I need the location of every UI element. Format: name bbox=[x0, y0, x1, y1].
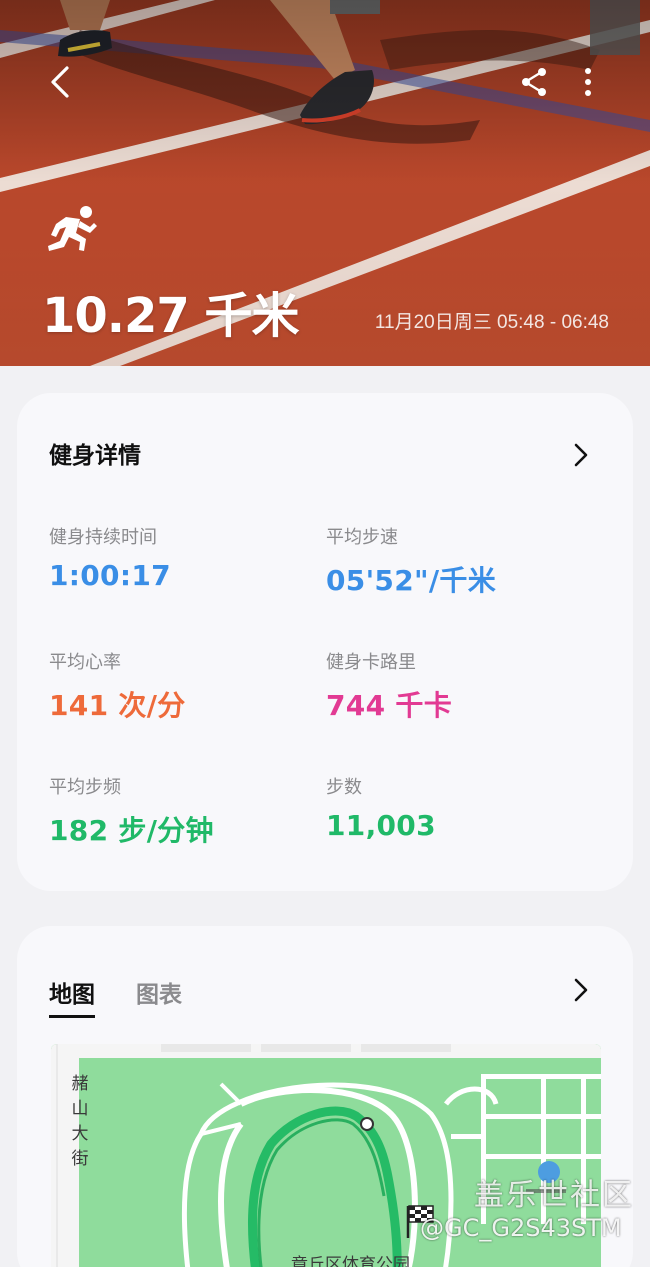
stat-value: 141 次/分 bbox=[49, 689, 186, 722]
chevron-right-icon bbox=[574, 443, 588, 467]
stat-value: 11,003 bbox=[326, 809, 436, 842]
stat-label: 健身持续时间 bbox=[49, 527, 157, 547]
details-expand-button[interactable] bbox=[569, 440, 593, 470]
stat-value: 05'52"/千米 bbox=[326, 564, 497, 597]
watermark-user: @GC_G2S43STM bbox=[420, 1214, 622, 1242]
chevron-right-icon bbox=[574, 978, 588, 1002]
stat-label: 平均步速 bbox=[326, 527, 398, 547]
watermark-site: 盖乐世社区 bbox=[474, 1178, 634, 1213]
map-expand-button[interactable] bbox=[569, 975, 593, 1005]
stat-steps: 步数 11,003 bbox=[326, 773, 436, 842]
total-distance: 10.27 千米 bbox=[42, 288, 300, 344]
share-icon bbox=[522, 68, 546, 96]
workout-datetime: 11月20日周三 05:48 - 06:48 bbox=[374, 312, 609, 333]
running-icon bbox=[48, 206, 97, 251]
workout-details-card: 健身详情 健身持续时间 1:00:17 平均步速 05'52"/千米 平均心率 … bbox=[17, 393, 633, 891]
tab-map[interactable]: 地图 bbox=[49, 975, 95, 1018]
stat-label: 平均步频 bbox=[49, 777, 121, 797]
tab-chart[interactable]: 图表 bbox=[136, 975, 182, 1009]
more-options-button[interactable] bbox=[570, 62, 606, 102]
more-vert-icon bbox=[585, 68, 591, 96]
map-park-label: 章丘区体育公园 bbox=[291, 1255, 410, 1267]
back-arrow-icon bbox=[51, 66, 69, 98]
hero-banner: 10.27 千米 11月20日周三 05:48 - 06:48 bbox=[0, 0, 650, 366]
stat-label: 平均心率 bbox=[49, 652, 121, 672]
details-title: 健身详情 bbox=[49, 443, 141, 469]
stat-value: 182 步/分钟 bbox=[49, 814, 214, 847]
stat-label: 健身卡路里 bbox=[326, 652, 416, 672]
stat-avg-pace: 平均步速 05'52"/千米 bbox=[326, 523, 496, 599]
stat-avg-cadence: 平均步频 182 步/分钟 bbox=[49, 773, 214, 849]
stat-duration: 健身持续时间 1:00:17 bbox=[49, 523, 171, 592]
stat-value: 1:00:17 bbox=[49, 559, 171, 592]
stat-avg-heart-rate: 平均心率 141 次/分 bbox=[49, 648, 186, 724]
stat-value: 744 千卡 bbox=[326, 689, 452, 722]
share-button[interactable] bbox=[514, 62, 554, 102]
stat-calories: 健身卡路里 744 千卡 bbox=[326, 648, 452, 724]
back-button[interactable] bbox=[40, 60, 80, 104]
map-street-label: 赭山大街 bbox=[71, 1074, 89, 1169]
stat-label: 步数 bbox=[326, 777, 362, 797]
